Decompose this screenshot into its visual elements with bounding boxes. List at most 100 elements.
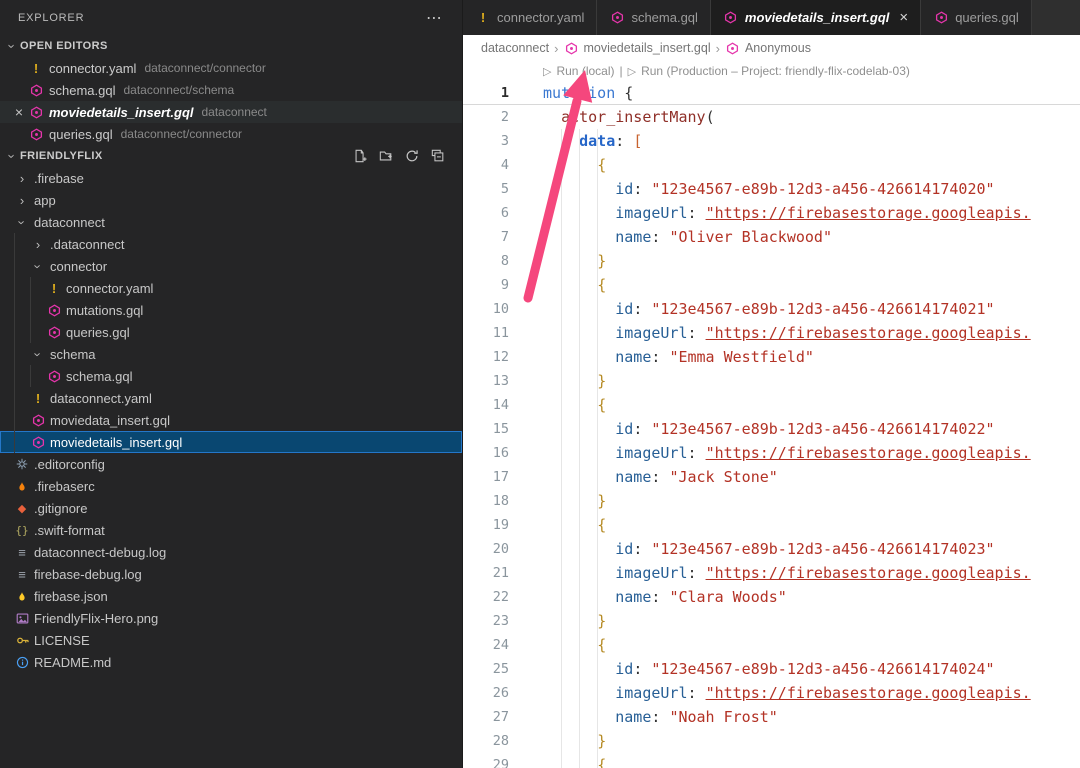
tree-item-moviedata_insert.gql[interactable]: moviedata_insert.gql xyxy=(0,409,462,431)
tree-item-queries.gql[interactable]: queries.gql xyxy=(0,321,462,343)
breadcrumb-item[interactable]: dataconnect xyxy=(481,41,549,55)
close-icon[interactable]: × xyxy=(10,104,28,120)
code-line[interactable]: 4 { xyxy=(463,153,1080,177)
code-line[interactable]: 22 name: "Clara Woods" xyxy=(463,585,1080,609)
code-line[interactable]: 24 { xyxy=(463,633,1080,657)
line-number[interactable]: 15 xyxy=(463,421,523,437)
line-number[interactable]: 22 xyxy=(463,589,523,605)
line-number[interactable]: 9 xyxy=(463,277,523,293)
open-editor-item[interactable]: queries.gqldataconnect/connector xyxy=(0,123,462,145)
breadcrumb-item[interactable]: Anonymous xyxy=(725,41,811,55)
code-line[interactable]: 16 imageUrl: "https://firebasestorage.go… xyxy=(463,441,1080,465)
tree-item-connector.yaml[interactable]: !connector.yaml xyxy=(0,277,462,299)
code-line[interactable]: 23 } xyxy=(463,609,1080,633)
line-number[interactable]: 21 xyxy=(463,565,523,581)
tree-item-FriendlyFlix-Hero.png[interactable]: FriendlyFlix-Hero.png xyxy=(0,607,462,629)
codelens-run-local[interactable]: Run (local) xyxy=(556,64,614,78)
code-line[interactable]: 17 name: "Jack Stone" xyxy=(463,465,1080,489)
tab-queries.gql[interactable]: queries.gql xyxy=(921,0,1032,35)
close-icon[interactable]: × xyxy=(899,9,908,26)
line-number[interactable]: 10 xyxy=(463,301,523,317)
open-editor-item[interactable]: ×moviedetails_insert.gqldataconnect xyxy=(0,101,462,123)
line-number[interactable]: 27 xyxy=(463,709,523,725)
tree-item-.editorconfig[interactable]: .editorconfig xyxy=(0,453,462,475)
code-line[interactable]: 15 id: "123e4567-e89b-12d3-a456-42661417… xyxy=(463,417,1080,441)
tree-item-app[interactable]: ›app xyxy=(0,189,462,211)
code-line[interactable]: 27 name: "Noah Frost" xyxy=(463,705,1080,729)
tree-item-.firebase[interactable]: ›.firebase xyxy=(0,167,462,189)
tree-item-mutations.gql[interactable]: mutations.gql xyxy=(0,299,462,321)
codelens-run-production[interactable]: Run (Production – Project: friendly-flix… xyxy=(641,64,910,78)
tree-item-README.md[interactable]: README.md xyxy=(0,651,462,673)
line-number[interactable]: 11 xyxy=(463,325,523,341)
open-editor-item[interactable]: !connector.yamldataconnect/connector xyxy=(0,57,462,79)
code-line[interactable]: 13 } xyxy=(463,369,1080,393)
code-line[interactable]: 6 imageUrl: "https://firebasestorage.goo… xyxy=(463,201,1080,225)
line-number[interactable]: 1 xyxy=(463,85,523,101)
code-line[interactable]: 21 imageUrl: "https://firebasestorage.go… xyxy=(463,561,1080,585)
tree-item-schema[interactable]: ›schema xyxy=(0,343,462,365)
code-line[interactable]: 11 imageUrl: "https://firebasestorage.go… xyxy=(463,321,1080,345)
breadcrumb-item[interactable]: moviedetails_insert.gql xyxy=(563,41,710,55)
tree-item-schema.gql[interactable]: schema.gql xyxy=(0,365,462,387)
line-number[interactable]: 3 xyxy=(463,133,523,149)
line-number[interactable]: 8 xyxy=(463,253,523,269)
code-line[interactable]: 28 } xyxy=(463,729,1080,753)
project-section-header[interactable]: › FRIENDLYFLIX xyxy=(0,145,462,167)
tree-item-connector[interactable]: ›connector xyxy=(0,255,462,277)
code-line[interactable]: 12 name: "Emma Westfield" xyxy=(463,345,1080,369)
code-line[interactable]: 29 { xyxy=(463,753,1080,768)
tree-item-moviedetails_insert.gql[interactable]: moviedetails_insert.gql xyxy=(0,431,462,453)
line-number[interactable]: 5 xyxy=(463,181,523,197)
code-line[interactable]: 8 } xyxy=(463,249,1080,273)
line-number[interactable]: 19 xyxy=(463,517,523,533)
line-number[interactable]: 20 xyxy=(463,541,523,557)
line-number[interactable]: 12 xyxy=(463,349,523,365)
tree-item-.firebaserc[interactable]: .firebaserc xyxy=(0,475,462,497)
line-number[interactable]: 16 xyxy=(463,445,523,461)
line-number[interactable]: 14 xyxy=(463,397,523,413)
line-number[interactable]: 2 xyxy=(463,109,523,125)
line-number[interactable]: 24 xyxy=(463,637,523,653)
code-line[interactable]: 25 id: "123e4567-e89b-12d3-a456-42661417… xyxy=(463,657,1080,681)
tree-item-dataconnect-debug.log[interactable]: ≡dataconnect-debug.log xyxy=(0,541,462,563)
line-number[interactable]: 18 xyxy=(463,493,523,509)
more-actions-icon[interactable]: ⋯ xyxy=(426,8,444,28)
code-line[interactable]: 19 { xyxy=(463,513,1080,537)
code-line[interactable]: 1mutation { xyxy=(463,81,1080,105)
line-number[interactable]: 28 xyxy=(463,733,523,749)
line-number[interactable]: 4 xyxy=(463,157,523,173)
line-number[interactable]: 25 xyxy=(463,661,523,677)
line-number[interactable]: 13 xyxy=(463,373,523,389)
tree-item-dataconnect[interactable]: ›dataconnect xyxy=(0,211,462,233)
tab-schema.gql[interactable]: schema.gql xyxy=(597,0,710,35)
tree-item-firebase.json[interactable]: firebase.json xyxy=(0,585,462,607)
tree-item-LICENSE[interactable]: LICENSE xyxy=(0,629,462,651)
tree-item-.swift-format[interactable]: {}.swift-format xyxy=(0,519,462,541)
line-number[interactable]: 26 xyxy=(463,685,523,701)
code-editor[interactable]: ▷ Run (local) | ▷ Run (Production – Proj… xyxy=(463,61,1080,768)
open-editor-item[interactable]: schema.gqldataconnect/schema xyxy=(0,79,462,101)
tab-connector.yaml[interactable]: !connector.yaml xyxy=(463,0,597,35)
line-number[interactable]: 7 xyxy=(463,229,523,245)
code-line[interactable]: 9 { xyxy=(463,273,1080,297)
code-line[interactable]: 5 id: "123e4567-e89b-12d3-a456-426614174… xyxy=(463,177,1080,201)
line-number[interactable]: 17 xyxy=(463,469,523,485)
code-line[interactable]: 14 { xyxy=(463,393,1080,417)
line-number[interactable]: 29 xyxy=(463,757,523,768)
code-line[interactable]: 10 id: "123e4567-e89b-12d3-a456-42661417… xyxy=(463,297,1080,321)
code-line[interactable]: 18 } xyxy=(463,489,1080,513)
tree-item-dataconnect.yaml[interactable]: !dataconnect.yaml xyxy=(0,387,462,409)
code-line[interactable]: 20 id: "123e4567-e89b-12d3-a456-42661417… xyxy=(463,537,1080,561)
tab-moviedetails_insert.gql[interactable]: moviedetails_insert.gql× xyxy=(711,0,921,35)
code-line[interactable]: 2 actor_insertMany( xyxy=(463,105,1080,129)
code-line[interactable]: 26 imageUrl: "https://firebasestorage.go… xyxy=(463,681,1080,705)
code-line[interactable]: 3 data: [ xyxy=(463,129,1080,153)
line-number[interactable]: 6 xyxy=(463,205,523,221)
tree-item-.dataconnect[interactable]: ›.dataconnect xyxy=(0,233,462,255)
code-line[interactable]: 7 name: "Oliver Blackwood" xyxy=(463,225,1080,249)
line-number[interactable]: 23 xyxy=(463,613,523,629)
tree-item-.gitignore[interactable]: ◆.gitignore xyxy=(0,497,462,519)
tree-item-firebase-debug.log[interactable]: ≡firebase-debug.log xyxy=(0,563,462,585)
open-editors-section-header[interactable]: › OPEN EDITORS xyxy=(0,35,462,57)
